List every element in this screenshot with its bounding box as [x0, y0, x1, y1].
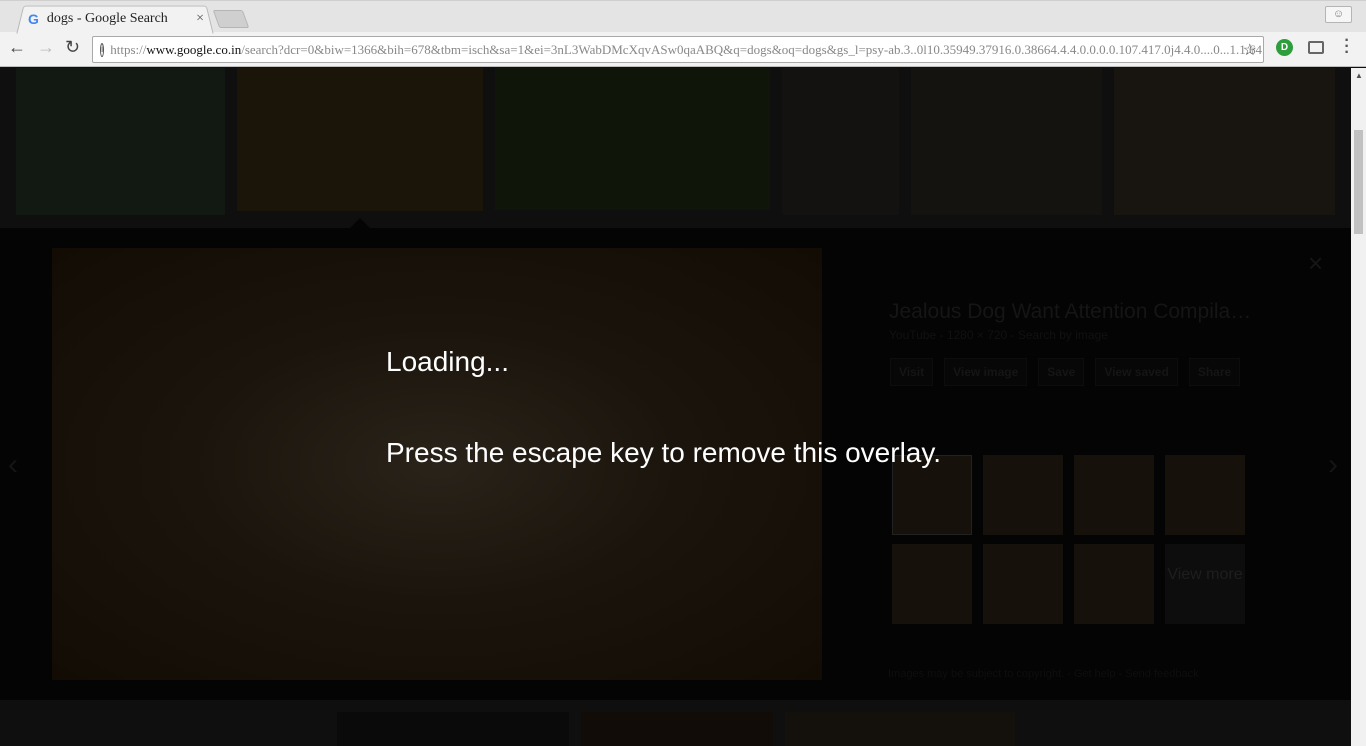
- overlay-hint: Press the escape key to remove this over…: [386, 437, 942, 468]
- loading-text: Loading...: [386, 346, 509, 377]
- loading-overlay[interactable]: Loading... Press the escape key to remov…: [0, 0, 1366, 746]
